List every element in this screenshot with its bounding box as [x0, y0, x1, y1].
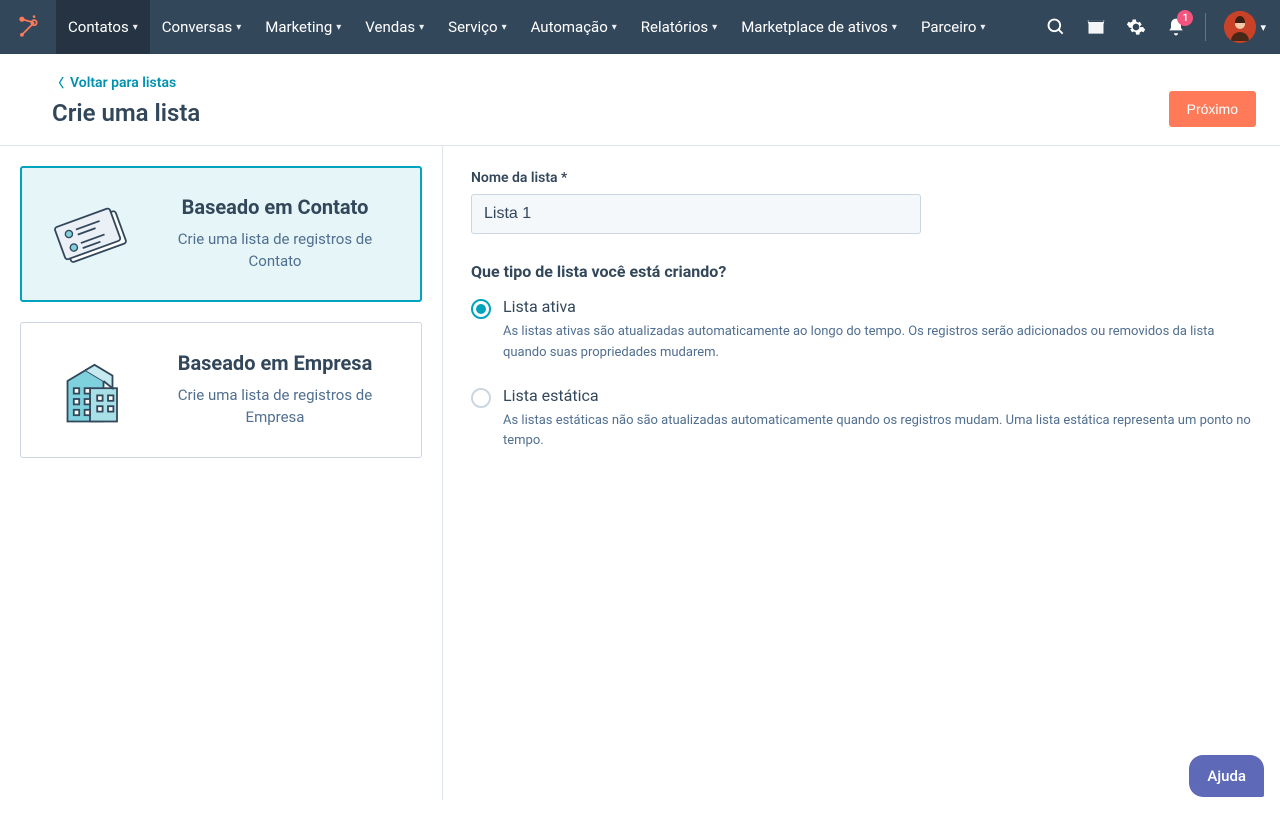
radio-label: Lista ativa: [503, 297, 1252, 316]
back-link[interactable]: 〈 Voltar para listas: [52, 74, 200, 91]
nav-item-servico[interactable]: Serviço ▾: [436, 0, 518, 54]
chevron-down-icon: ▾: [712, 22, 717, 33]
nav-icons: 1 ▾: [1045, 11, 1272, 43]
chevron-down-icon: ▾: [336, 22, 341, 33]
card-company-based[interactable]: Baseado em Empresa Crie uma lista de reg…: [20, 322, 422, 458]
back-label: Voltar para listas: [70, 75, 176, 91]
radio-desc: As listas ativas são atualizadas automat…: [503, 322, 1252, 364]
card-contact-based[interactable]: Baseado em Contato Crie uma lista de reg…: [20, 166, 422, 302]
main-content: Baseado em Contato Crie uma lista de reg…: [0, 146, 1280, 800]
radio-button[interactable]: [471, 388, 491, 408]
search-icon[interactable]: [1045, 16, 1067, 38]
radio-label: Lista estática: [503, 386, 1252, 405]
page-title: Crie uma lista: [52, 99, 200, 127]
page-header: 〈 Voltar para listas Crie uma lista Próx…: [0, 54, 1280, 146]
card-desc: Crie uma lista de registros de Contato: [153, 229, 397, 273]
radio-active-list[interactable]: Lista ativa As listas ativas são atualiz…: [471, 297, 1252, 364]
account-chevron-down-icon[interactable]: ▾: [1260, 21, 1266, 34]
list-name-label: Nome da lista *: [471, 170, 1252, 186]
nav-label: Relatórios: [641, 18, 708, 36]
chevron-down-icon: ▾: [892, 22, 897, 33]
radio-button[interactable]: [471, 299, 491, 319]
chevron-down-icon: ▾: [612, 22, 617, 33]
chevron-down-icon: ▾: [502, 22, 507, 33]
chevron-down-icon: ▾: [133, 22, 138, 33]
notification-badge: 1: [1177, 10, 1193, 26]
left-column: Baseado em Contato Crie uma lista de reg…: [0, 146, 443, 800]
chevron-down-icon: ▾: [419, 22, 424, 33]
list-type-radio-group: Lista ativa As listas ativas são atualiz…: [471, 297, 1252, 452]
user-avatar[interactable]: [1224, 11, 1256, 43]
card-desc: Crie uma lista de registros de Empresa: [153, 385, 397, 429]
nav-item-marketing[interactable]: Marketing ▾: [253, 0, 353, 54]
card-title: Baseado em Contato: [153, 195, 397, 219]
chevron-left-icon: 〈: [52, 74, 64, 91]
marketplace-icon[interactable]: [1085, 16, 1107, 38]
nav-label: Contatos: [68, 18, 129, 36]
nav-item-vendas[interactable]: Vendas ▾: [353, 0, 436, 54]
right-column: Nome da lista * Que tipo de lista você e…: [443, 146, 1280, 800]
company-building-icon: [45, 345, 135, 435]
nav-label: Marketing: [265, 18, 332, 36]
nav-label: Serviço: [448, 18, 497, 36]
nav-item-automacao[interactable]: Automação ▾: [519, 0, 629, 54]
radio-static-list[interactable]: Lista estática As listas estáticas não s…: [471, 386, 1252, 453]
nav-label: Marketplace de ativos: [741, 18, 888, 36]
list-type-question: Que tipo de lista você está criando?: [471, 262, 1252, 281]
top-navigation: Contatos▾ Conversas▾ Marketing▾ Vendas▾ …: [0, 0, 1280, 54]
nav-label: Vendas: [365, 18, 415, 36]
nav-item-marketplace[interactable]: Marketplace de ativos ▾: [729, 0, 909, 54]
nav-label: Automação: [531, 18, 608, 36]
chevron-down-icon: ▾: [236, 22, 241, 33]
hubspot-logo-icon[interactable]: [14, 13, 42, 41]
notifications-bell-icon[interactable]: 1: [1165, 16, 1187, 38]
radio-desc: As listas estáticas não são atualizadas …: [503, 411, 1252, 453]
settings-gear-icon[interactable]: [1125, 16, 1147, 38]
nav-items: Contatos▾ Conversas▾ Marketing▾ Vendas▾ …: [56, 0, 997, 54]
nav-item-contatos[interactable]: Contatos ▾: [56, 0, 150, 54]
help-button[interactable]: Ajuda: [1189, 755, 1264, 797]
nav-label: Parceiro: [921, 18, 976, 36]
nav-label: Conversas: [162, 18, 232, 36]
chevron-down-icon: ▾: [980, 22, 985, 33]
list-name-input[interactable]: [471, 194, 921, 234]
divider: [1205, 13, 1206, 41]
nav-item-relatorios[interactable]: Relatórios ▾: [629, 0, 729, 54]
nav-item-parceiro[interactable]: Parceiro ▾: [909, 0, 997, 54]
contact-card-icon: [45, 189, 135, 279]
card-title: Baseado em Empresa: [153, 351, 397, 375]
next-button[interactable]: Próximo: [1169, 91, 1256, 127]
nav-item-conversas[interactable]: Conversas ▾: [150, 0, 253, 54]
